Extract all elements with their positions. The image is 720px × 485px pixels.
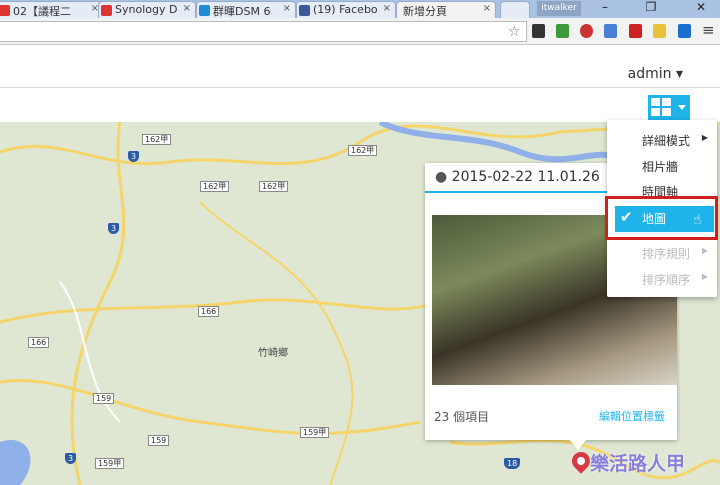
restore-button[interactable]: ❐ (636, 0, 666, 14)
menu-item-label: 相片牆 (642, 160, 679, 174)
highway-shield: 3 (65, 453, 77, 464)
browser-tab-bar: 02【議程二 × Synology D × 群暉DSM 6 × (19) Facebo… (0, 0, 720, 18)
item-count: 23 個項目 (434, 410, 490, 424)
highway-shield: 3 (128, 151, 140, 162)
tab-favicon-icon (199, 5, 210, 16)
browser-tab[interactable]: 02【議程二 × (0, 1, 104, 18)
location-pin-icon: ● (435, 169, 448, 185)
submenu-arrow-icon: ▶ (701, 133, 708, 142)
road-label: 159甲 (300, 427, 330, 438)
browser-tab-active[interactable]: 新增分頁 × (396, 1, 496, 18)
menu-item-label: 排序規則 (642, 247, 691, 261)
extension-icon[interactable] (653, 24, 666, 38)
road-label: 159 (93, 393, 115, 404)
tab-favicon-icon (101, 5, 112, 16)
road-label: 166 (28, 337, 50, 348)
town-label: 竹崎鄉 (258, 348, 288, 359)
menu-item-photo-wall[interactable]: 相片牆 (607, 154, 717, 178)
browser-tab[interactable]: Synology D × (98, 1, 196, 18)
popup-pointer (570, 440, 586, 450)
road-label: 159甲 (95, 458, 125, 469)
evernote-extension-icon[interactable] (532, 24, 545, 38)
tab-label: Synology D (115, 3, 178, 16)
view-mode-button[interactable] (648, 95, 690, 120)
profile-name[interactable]: itwalker (537, 1, 581, 16)
close-tab-icon[interactable]: × (383, 3, 391, 14)
close-tab-icon[interactable]: × (483, 3, 491, 14)
menu-item-sort-rule: 排序規則 ▶ (607, 241, 717, 265)
submenu-arrow-icon: ▶ (701, 246, 708, 255)
close-tab-icon[interactable]: × (283, 3, 291, 14)
user-menu[interactable]: admin ▾ (628, 66, 683, 82)
watermark: 樂活路人甲 (590, 453, 686, 475)
close-tab-icon[interactable]: × (183, 3, 191, 14)
new-tab-button[interactable] (500, 1, 530, 18)
grid-view-icon (651, 98, 686, 116)
menu-item-label: 排序順序 (642, 273, 691, 287)
extension-icon[interactable] (678, 24, 691, 38)
tab-favicon-icon (0, 5, 10, 16)
tab-label: (19) Facebo (313, 3, 378, 16)
tab-label: 02【議程二 (13, 5, 71, 18)
road-label: 166 (198, 306, 220, 317)
submenu-arrow-icon: ▶ (701, 272, 708, 281)
translate-extension-icon[interactable] (604, 24, 617, 38)
road-label: 162甲 (259, 181, 289, 192)
gmail-extension-icon[interactable] (629, 24, 642, 38)
menu-item-detail-mode[interactable]: 詳細模式 ▶ (607, 128, 717, 152)
extension-icon[interactable] (580, 24, 593, 38)
minimize-button[interactable]: – (590, 0, 620, 14)
highlight-box (605, 196, 718, 240)
toolbar (0, 89, 720, 122)
address-input[interactable]: ☆ (0, 21, 527, 42)
road-label: 162甲 (348, 145, 378, 156)
road-label: 159 (148, 435, 170, 446)
edit-location-link[interactable]: 編輯位置標籤 (599, 408, 665, 424)
chrome-menu-icon[interactable]: ≡ (702, 21, 715, 39)
highway-shield: 18 (504, 458, 521, 469)
app-header: admin ▾ (0, 45, 720, 88)
extension-icon[interactable] (556, 24, 569, 38)
tab-favicon-icon (299, 5, 310, 16)
road-label: 162甲 (200, 181, 230, 192)
menu-item-label: 詳細模式 (642, 134, 691, 148)
menu-item-sort-order: 排序順序 ▶ (607, 267, 717, 291)
road-label: 162甲 (142, 134, 172, 145)
browser-tab[interactable]: (19) Facebo × (296, 1, 396, 18)
browser-tab[interactable]: 群暉DSM 6 × (196, 1, 296, 18)
tab-label: 群暉DSM 6 (213, 5, 271, 18)
close-window-button[interactable]: ✕ (686, 0, 716, 14)
highway-shield: 3 (108, 223, 120, 234)
photo-date: 2015-02-22 11.01.26 (451, 169, 600, 185)
bookmark-star-icon[interactable]: ☆ (508, 24, 521, 40)
address-bar-row: ☆ ≡ (0, 18, 720, 45)
tab-label: 新增分頁 (403, 5, 447, 18)
